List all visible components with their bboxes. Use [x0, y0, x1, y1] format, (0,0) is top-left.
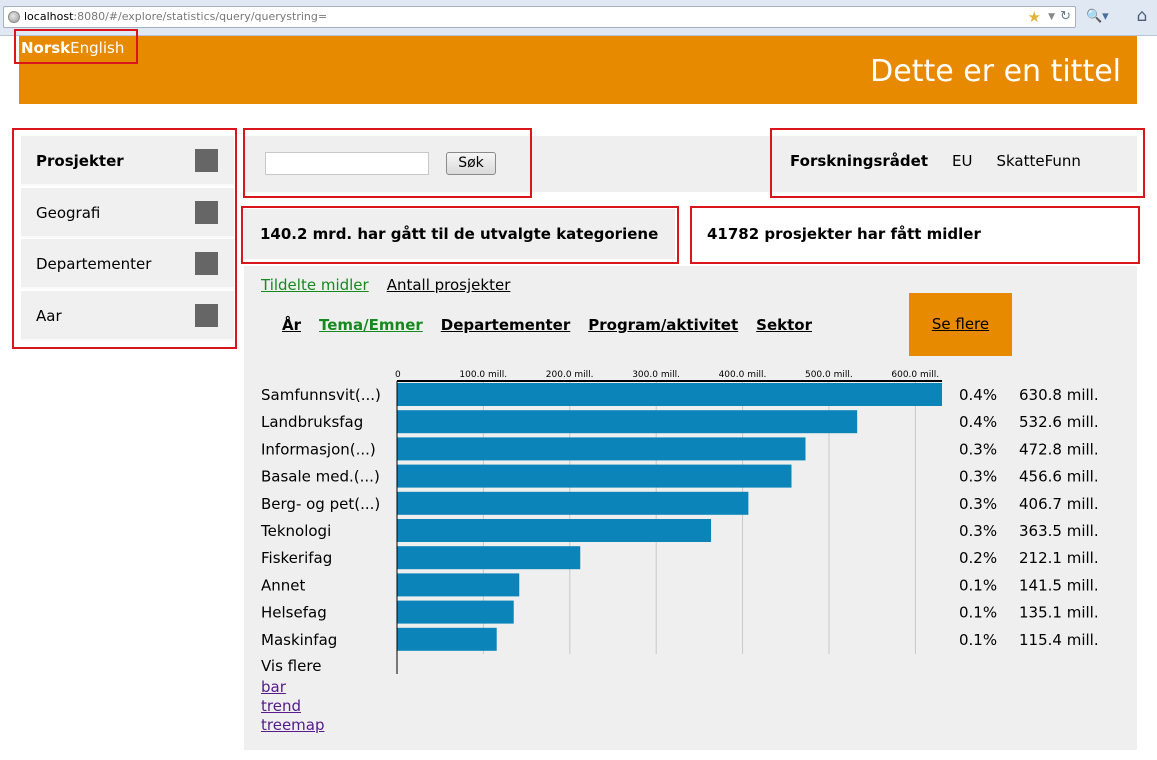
tab-sektor[interactable]: Sektor [756, 316, 812, 334]
value-label: 630.8 mill. [1019, 386, 1099, 404]
tab-tema-emner[interactable]: Tema/Emner [319, 316, 423, 334]
url-path: :8080/#/explore/statistics/query/queryst… [73, 10, 328, 23]
sidebar-item-departementer[interactable]: Departementer [21, 239, 234, 289]
search-engine-icon[interactable]: 🔍▾ [1086, 8, 1120, 26]
percent-label: 0.3% [959, 522, 997, 540]
sidebar-item-label: Aar [36, 307, 62, 325]
sidebar-swatch-icon [195, 304, 218, 327]
tab-program-aktivitet[interactable]: Program/aktivitet [588, 316, 738, 334]
measure-tabs: Tildelte midler Antall prosjekter [261, 276, 528, 294]
sidebar-item-label: Departementer [36, 255, 152, 273]
bar [397, 464, 792, 488]
tab-antall-prosjekter[interactable]: Antall prosjekter [387, 276, 511, 294]
tick-label: 100.0 mill. [459, 370, 507, 380]
bar [397, 573, 520, 597]
value-label: 141.5 mill. [1019, 576, 1099, 594]
site-header: Dette er en tittel [19, 36, 1137, 104]
value-label: 472.8 mill. [1019, 440, 1099, 458]
sidebar: Prosjekter Geografi Departementer Aar [12, 128, 237, 349]
view-links: bar trend treemap [261, 678, 325, 735]
percent-label: 0.1% [959, 604, 997, 622]
sidebar-swatch-icon [195, 252, 218, 275]
percent-label: 0.4% [959, 413, 997, 431]
tick-label: 200.0 mill. [546, 370, 594, 380]
percent-label: 0.3% [959, 440, 997, 458]
sidebar-swatch-icon [195, 201, 218, 224]
category-label: Annet [261, 576, 306, 594]
sidebar-swatch-icon [195, 149, 218, 172]
value-label: 363.5 mill. [1019, 522, 1099, 540]
dimension-tabs: År Tema/Emner Departementer Program/aktivit… [282, 316, 830, 334]
bar [397, 383, 942, 406]
category-label: Maskinfag [261, 631, 337, 649]
tab-tildelte-midler[interactable]: Tildelte midler [261, 276, 369, 294]
view-trend-link[interactable]: trend [261, 697, 325, 716]
tick-label: 600.0 mill. [891, 370, 939, 380]
category-label: Berg- og pet(...) [261, 495, 380, 513]
value-label: 532.6 mill. [1019, 413, 1099, 431]
address-bar[interactable]: localhost:8080/#/explore/statistics/quer… [3, 6, 1076, 28]
search-button[interactable]: Søk [446, 152, 496, 175]
value-label: 456.6 mill. [1019, 468, 1099, 486]
site-globe-icon [8, 11, 20, 23]
tick-label: 400.0 mill. [719, 370, 767, 380]
value-label: 212.1 mill. [1019, 549, 1099, 567]
view-bar-link[interactable]: bar [261, 678, 325, 697]
sidebar-item-label: Geografi [36, 204, 101, 222]
tick-label: 300.0 mill. [632, 370, 680, 380]
bar [397, 600, 514, 624]
sidebar-item-label: Prosjekter [36, 152, 124, 170]
total-summary-text: 140.2 mrd. har gått til de utvalgte kate… [244, 209, 675, 259]
sidebar-item-geografi[interactable]: Geografi [21, 188, 234, 238]
tick-label: 0 [395, 370, 401, 380]
category-label: Samfunnsvit(...) [261, 386, 381, 404]
percent-label: 0.1% [959, 576, 997, 594]
percent-label: 0.3% [959, 495, 997, 513]
show-more-label: Vis flere [261, 657, 322, 675]
category-label: Helsefag [261, 604, 327, 622]
se-flere-button[interactable]: Se flere [909, 293, 1012, 356]
tick-label: 500.0 mill. [805, 370, 853, 380]
count-summary-text: 41782 prosjekter har fått midler [693, 209, 1136, 259]
bar [397, 627, 497, 651]
value-label: 406.7 mill. [1019, 495, 1099, 513]
value-label: 135.1 mill. [1019, 604, 1099, 622]
bar [397, 491, 749, 515]
bar [397, 437, 806, 461]
url-host: localhost [24, 10, 74, 23]
percent-label: 0.2% [959, 549, 997, 567]
bar [397, 410, 858, 434]
category-label: Basale med.(...) [261, 468, 380, 486]
tab-departementer[interactable]: Departementer [441, 316, 570, 334]
page-title: Dette er en tittel [870, 54, 1121, 89]
category-label: Landbruksfag [261, 413, 363, 431]
tab-ar[interactable]: År [282, 316, 301, 334]
language-switcher: NorskEnglish [14, 29, 138, 64]
home-icon[interactable]: ⌂ [1132, 6, 1152, 26]
sidebar-item-aar[interactable]: Aar [21, 291, 234, 341]
category-label: Informasjon(...) [261, 440, 376, 458]
funder-skattefunn[interactable]: SkatteFunn [996, 152, 1080, 170]
bookmark-star-icon[interactable]: ★ [1028, 7, 1041, 27]
percent-label: 0.4% [959, 386, 997, 404]
value-label: 115.4 mill. [1019, 631, 1099, 649]
category-label: Teknologi [260, 522, 331, 540]
bar [397, 546, 581, 570]
sidebar-item-prosjekter[interactable]: Prosjekter [21, 136, 234, 186]
search-input[interactable] [265, 152, 429, 175]
view-treemap-link[interactable]: treemap [261, 716, 325, 735]
history-dropdown-icon[interactable]: ▼ [1048, 7, 1055, 27]
funder-filter: Forskningsrådet EU SkatteFunn [790, 152, 1105, 170]
bar [397, 519, 712, 542]
percent-label: 0.1% [959, 631, 997, 649]
bar-chart: 0 100.0 mill. 200.0 mill. 300.0 mill. 400.0 … [260, 370, 1099, 674]
reload-icon[interactable]: ↻ [1060, 7, 1071, 27]
percent-label: 0.3% [959, 468, 997, 486]
lang-english-link[interactable]: English [70, 39, 124, 57]
funder-forskningsradet[interactable]: Forskningsrådet [790, 152, 928, 170]
category-label: Fiskerifag [261, 549, 332, 567]
funder-eu[interactable]: EU [952, 152, 972, 170]
browser-toolbar: localhost:8080/#/explore/statistics/quer… [0, 0, 1157, 36]
lang-norsk-link[interactable]: Norsk [21, 39, 70, 57]
